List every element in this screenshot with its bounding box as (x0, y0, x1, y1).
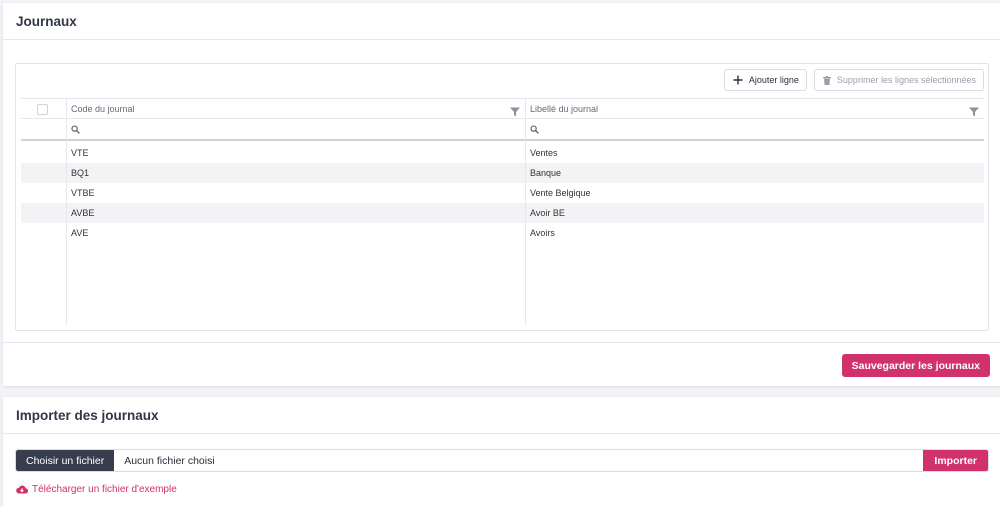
column-header-code[interactable]: Code du journal (71, 99, 135, 119)
journals-grid: Code du journal Libellé du journal VTE V… (21, 98, 984, 325)
plus-icon (733, 75, 743, 85)
cell-label[interactable]: Vente Belgique (530, 183, 591, 203)
cell-label[interactable]: Banque (530, 163, 561, 183)
file-status-text: Aucun fichier choisi (124, 454, 215, 467)
table-row[interactable]: VTBE Vente Belgique (21, 183, 984, 203)
import-card: Importer des journaux Choisir un fichier… (3, 397, 1000, 507)
journals-card: Journaux Ajouter ligne Supprimer les lig… (3, 3, 1000, 386)
cell-code[interactable]: VTE (71, 143, 89, 163)
cell-label[interactable]: Ventes (530, 143, 558, 163)
grid-filter-row (21, 119, 984, 141)
table-row[interactable]: VTE Ventes (21, 143, 984, 163)
journals-card-footer: Sauvegarder les journaux (3, 342, 1000, 386)
journals-table: Ajouter ligne Supprimer les lignes sélec… (15, 63, 989, 331)
table-row[interactable]: AVE Avoirs (21, 223, 984, 243)
column-header-label[interactable]: Libellé du journal (530, 99, 598, 119)
search-label-icon[interactable] (530, 125, 539, 136)
file-upload-field: Choisir un fichier Aucun fichier choisi … (15, 449, 989, 472)
grid-header-row: Code du journal Libellé du journal (21, 98, 984, 119)
cell-label[interactable]: Avoir BE (530, 203, 565, 223)
cloud-download-icon (16, 485, 28, 494)
cell-code[interactable]: VTBE (71, 183, 95, 203)
download-example-link[interactable]: Télécharger un fichier d'exemple (16, 484, 177, 495)
save-journals-button[interactable]: Sauvegarder les journaux (841, 354, 990, 377)
add-line-button[interactable]: Ajouter ligne (723, 69, 807, 91)
cell-label[interactable]: Avoirs (530, 223, 555, 243)
delete-selected-label: Supprimer les lignes sélectionnées (836, 75, 976, 85)
journals-card-title: Journaux (3, 3, 1000, 40)
column-divider (525, 98, 526, 325)
add-line-label: Ajouter ligne (748, 75, 799, 85)
download-example-label[interactable]: Télécharger un fichier d'exemple (32, 484, 177, 495)
column-divider (66, 98, 67, 325)
table-row[interactable]: AVBE Avoir BE (21, 203, 984, 223)
cell-code[interactable]: AVBE (71, 203, 94, 223)
table-row[interactable]: BQ1 Banque (21, 163, 984, 183)
search-code-icon[interactable] (71, 125, 80, 136)
select-all-checkbox[interactable] (37, 104, 48, 115)
import-button[interactable]: Importer (923, 450, 988, 471)
cell-code[interactable]: BQ1 (71, 163, 89, 183)
delete-selected-button[interactable]: Supprimer les lignes sélectionnées (813, 69, 984, 91)
grid-toolbar: Ajouter ligne Supprimer les lignes sélec… (723, 69, 984, 91)
cell-code[interactable]: AVE (71, 223, 88, 243)
trash-icon (822, 75, 831, 85)
choose-file-button[interactable]: Choisir un fichier (16, 450, 115, 471)
import-card-title: Importer des journaux (3, 397, 1000, 434)
